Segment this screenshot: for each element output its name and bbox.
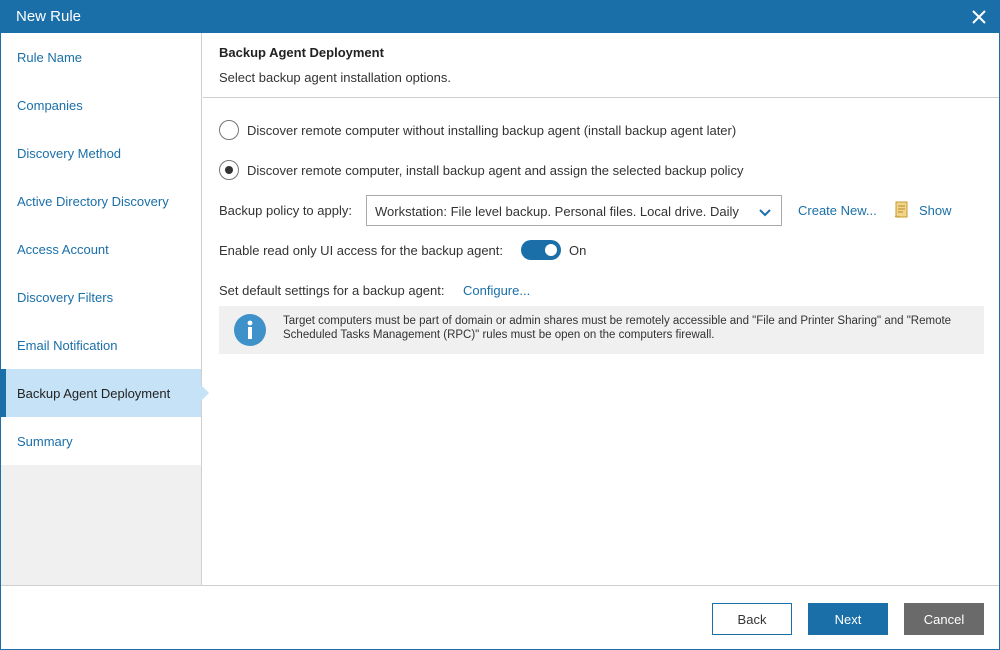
- readonly-ui-label: Enable read only UI access for the backu…: [219, 243, 504, 258]
- option-discover-and-install[interactable]: Discover remote computer, install backup…: [219, 160, 743, 180]
- create-new-policy-link[interactable]: Create New...: [798, 203, 877, 218]
- sidebar-item-email-notification[interactable]: Email Notification: [1, 321, 201, 369]
- backup-policy-label: Backup policy to apply:: [219, 203, 352, 218]
- sidebar-item-label: Access Account: [17, 242, 109, 257]
- option-discover-only[interactable]: Discover remote computer without install…: [219, 120, 736, 140]
- sidebar-item-backup-agent-deployment[interactable]: Backup Agent Deployment: [1, 369, 209, 417]
- backup-policy-value: Workstation: File level backup. Personal…: [375, 204, 739, 219]
- sidebar-item-discovery-filters[interactable]: Discovery Filters: [1, 273, 201, 321]
- step-header: Backup Agent Deployment Select backup ag…: [203, 33, 999, 98]
- sidebar-item-label: Active Directory Discovery: [17, 194, 169, 209]
- radio-discover-only[interactable]: [219, 120, 239, 140]
- sidebar-item-summary[interactable]: Summary: [1, 417, 201, 465]
- radio-label: Discover remote computer, install backup…: [247, 162, 744, 178]
- back-button[interactable]: Back: [712, 603, 792, 635]
- sidebar-item-companies[interactable]: Companies: [1, 81, 201, 129]
- sidebar-item-label: Email Notification: [17, 338, 118, 353]
- dialog-footer: Back Next Cancel: [1, 585, 999, 649]
- new-rule-dialog: New Rule Rule Name Companies Discovery M…: [0, 0, 1000, 650]
- cancel-button[interactable]: Cancel: [904, 603, 984, 635]
- dialog-title: New Rule: [16, 8, 82, 25]
- chevron-down-icon: [759, 206, 771, 221]
- readonly-ui-state: On: [569, 243, 587, 258]
- sidebar-item-rule-name[interactable]: Rule Name: [1, 33, 201, 81]
- sidebar-item-active-directory-discovery[interactable]: Active Directory Discovery: [1, 177, 201, 225]
- firewall-info-box: Target computers must be part of domain …: [219, 306, 984, 354]
- title-bar: New Rule: [1, 1, 999, 33]
- sidebar-item-access-account[interactable]: Access Account: [1, 225, 201, 273]
- close-icon[interactable]: [969, 7, 989, 27]
- toggle-knob: [545, 244, 557, 256]
- sidebar-item-label: Summary: [17, 434, 73, 449]
- next-button[interactable]: Next: [808, 603, 888, 635]
- backup-policy-select[interactable]: Workstation: File level backup. Personal…: [366, 195, 782, 226]
- info-icon: [234, 314, 266, 346]
- sidebar-item-label: Discovery Filters: [17, 290, 114, 305]
- configure-link[interactable]: Configure...: [463, 283, 530, 298]
- sidebar-item-label: Discovery Method: [17, 146, 122, 161]
- wizard-steps-sidebar: Rule Name Companies Discovery Method Act…: [1, 33, 209, 585]
- info-text: Target computers must be part of domain …: [283, 315, 952, 341]
- sidebar-item-label: Backup Agent Deployment: [17, 386, 171, 401]
- document-icon[interactable]: [894, 201, 910, 219]
- show-policy-link[interactable]: Show: [919, 203, 952, 218]
- page-subtitle: Select backup agent installation options…: [219, 70, 451, 85]
- sidebar-item-discovery-method[interactable]: Discovery Method: [1, 129, 201, 177]
- sidebar-item-label: Rule Name: [17, 50, 83, 65]
- radio-discover-and-install[interactable]: [219, 160, 239, 180]
- readonly-ui-toggle[interactable]: [521, 240, 561, 260]
- default-settings-label: Set default settings for a backup agent:: [219, 283, 445, 298]
- page-title: Backup Agent Deployment: [219, 45, 384, 60]
- radio-label: Discover remote computer without install…: [247, 122, 737, 138]
- sidebar-item-label: Companies: [17, 98, 83, 113]
